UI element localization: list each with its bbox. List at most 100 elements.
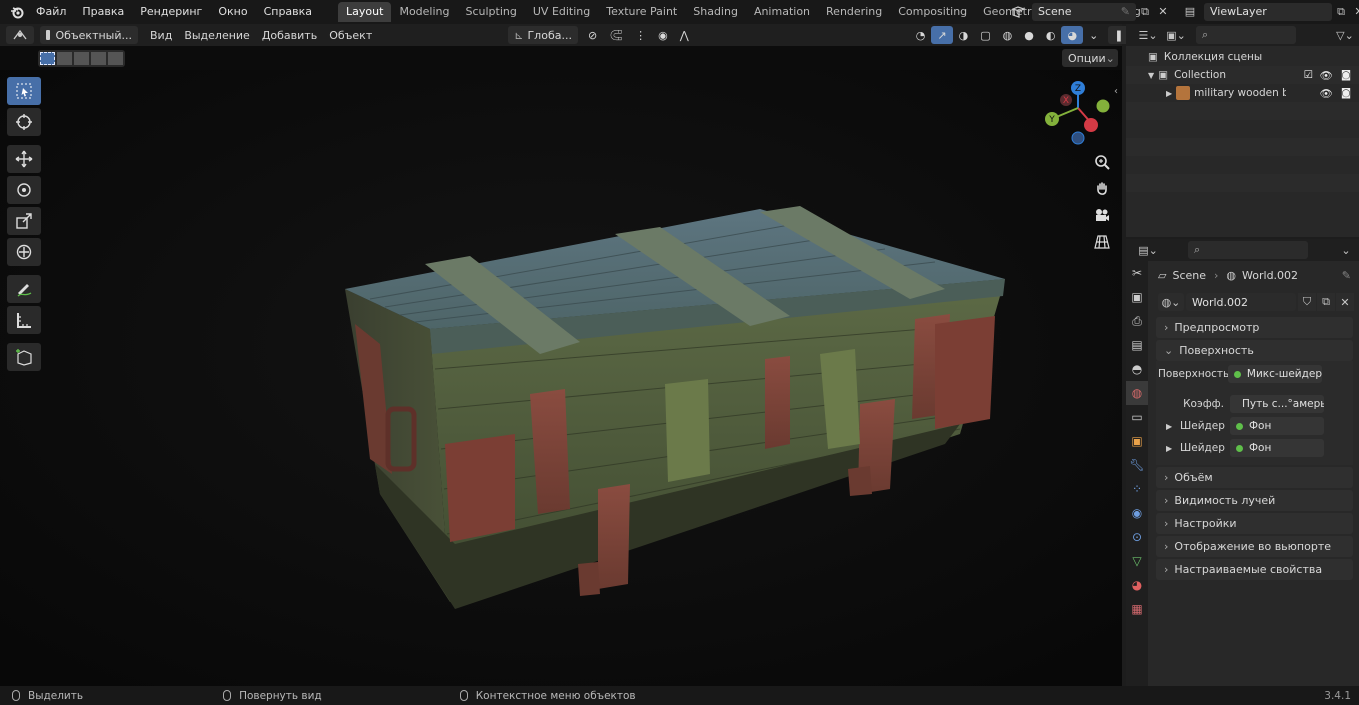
- panel-preview[interactable]: › Предпросмотр: [1156, 317, 1353, 338]
- delete-view-layer-icon[interactable]: ✕: [1350, 3, 1359, 21]
- panel-volume[interactable]: › Объём: [1156, 467, 1353, 488]
- select-invert-icon[interactable]: [91, 51, 106, 65]
- render-tab-icon[interactable]: ▣: [1126, 285, 1148, 309]
- options-dropdown[interactable]: Опции ⌄: [1062, 49, 1118, 67]
- panel-settings[interactable]: › Настройки: [1156, 513, 1353, 534]
- overlay-icon[interactable]: ◑: [953, 26, 975, 44]
- pin-icon[interactable]: ✎: [1121, 5, 1130, 18]
- pivot-icon[interactable]: ⊘: [582, 26, 603, 44]
- pin-icon[interactable]: ✎: [1342, 269, 1351, 282]
- camera-icon[interactable]: ◙: [1341, 69, 1351, 81]
- output-tab-icon[interactable]: ⎙: [1126, 309, 1148, 333]
- view-layer-field[interactable]: ViewLayer: [1204, 2, 1332, 21]
- delete-scene-icon[interactable]: ✕: [1154, 3, 1172, 21]
- shading-solid-icon[interactable]: ●: [1018, 26, 1040, 44]
- shading-wireframe-icon[interactable]: ◍: [997, 26, 1019, 44]
- tab-modeling[interactable]: Modeling: [391, 2, 457, 22]
- view-layer-icon[interactable]: ▤: [1176, 3, 1204, 21]
- material-tab-icon[interactable]: ◕: [1126, 573, 1148, 597]
- tab-compositing[interactable]: Compositing: [890, 2, 975, 22]
- viewport-canvas[interactable]: [0, 70, 1122, 686]
- panel-surface[interactable]: ⌄ Поверхность: [1156, 340, 1353, 361]
- mode-dropdown[interactable]: Объектный...: [40, 26, 138, 44]
- sidebar-toggle-icon[interactable]: ‹: [1114, 86, 1118, 97]
- zoom-icon[interactable]: [1091, 151, 1113, 173]
- tab-rendering[interactable]: Rendering: [818, 2, 890, 22]
- visibility-icon[interactable]: ◔: [910, 26, 932, 44]
- constraints-tab-icon[interactable]: ⊙: [1126, 525, 1148, 549]
- cursor-tool[interactable]: [7, 108, 41, 136]
- panel-custom-props[interactable]: › Настраиваемые свойства: [1156, 559, 1353, 580]
- shader1-field[interactable]: Фон: [1230, 417, 1324, 435]
- duplicate-world-icon[interactable]: ⧉: [1317, 293, 1335, 311]
- scene-name-field[interactable]: Scene ✎: [1032, 2, 1136, 21]
- camera-view-icon[interactable]: [1091, 204, 1113, 226]
- pan-hand-icon[interactable]: [1091, 178, 1113, 200]
- shading-options-icon[interactable]: ⌄: [1083, 26, 1104, 44]
- unlink-world-icon[interactable]: ✕: [1336, 293, 1354, 311]
- tab-sculpting[interactable]: Sculpting: [458, 2, 525, 22]
- scene-icon[interactable]: [1006, 3, 1032, 21]
- tab-uv-editing[interactable]: UV Editing: [525, 2, 598, 22]
- select-intersect-icon[interactable]: [108, 51, 123, 65]
- exclude-checkbox[interactable]: ☑: [1304, 69, 1313, 81]
- object-tab-icon[interactable]: ▣: [1126, 429, 1148, 453]
- expand-arrow-icon[interactable]: ▶: [1166, 89, 1172, 98]
- blender-logo-icon[interactable]: [6, 1, 28, 23]
- shading-rendered-icon[interactable]: ◕: [1061, 26, 1084, 44]
- eye-icon[interactable]: 👁︎: [1320, 69, 1333, 82]
- outliner-row-scene-collection[interactable]: ▣ Коллекция сцены: [1126, 48, 1359, 66]
- expand-arrow-icon[interactable]: ▼: [1148, 71, 1154, 80]
- scene-tab-icon[interactable]: ◓: [1126, 357, 1148, 381]
- texture-tab-icon[interactable]: ▦: [1126, 597, 1148, 621]
- particles-tab-icon[interactable]: ⁘: [1126, 477, 1148, 501]
- panel-ray-visibility[interactable]: › Видимость лучей: [1156, 490, 1353, 511]
- tab-animation[interactable]: Animation: [746, 2, 818, 22]
- outliner-search-input[interactable]: ⌕: [1196, 26, 1296, 44]
- menu-help[interactable]: Справка: [256, 1, 320, 23]
- menu-view[interactable]: Вид: [144, 26, 178, 44]
- add-cube-tool[interactable]: [7, 343, 41, 371]
- tool-tab-icon[interactable]: ✂: [1126, 261, 1148, 285]
- fac-field[interactable]: Путь с...°амеры: [1230, 395, 1324, 413]
- select-subtract-icon[interactable]: [74, 51, 89, 65]
- transform-tool[interactable]: [7, 238, 41, 266]
- menu-render[interactable]: Рендеринг: [132, 1, 210, 23]
- outliner-row-collection[interactable]: ▼ ▣ Collection ☑ 👁︎ ◙: [1126, 66, 1359, 84]
- select-extend-icon[interactable]: [57, 51, 72, 65]
- collection-tab-icon[interactable]: ▭: [1126, 405, 1148, 429]
- outliner-row-object[interactable]: ▶ military wooden box 👁︎ ◙: [1126, 84, 1359, 102]
- menu-edit[interactable]: Правка: [74, 1, 132, 23]
- world-browse-icon[interactable]: ◍⌄: [1158, 293, 1184, 311]
- surface-shader-field[interactable]: Микс-шейдер: [1228, 365, 1322, 383]
- view-layer-tab-icon[interactable]: ▤: [1126, 333, 1148, 357]
- navigation-gizmo[interactable]: Z X Y: [1040, 78, 1122, 148]
- menu-window[interactable]: Окно: [210, 1, 255, 23]
- expand-arrow-icon[interactable]: ▶: [1162, 444, 1180, 453]
- expand-arrow-icon[interactable]: ▶: [1162, 422, 1180, 431]
- properties-search-input[interactable]: ⌕: [1188, 241, 1308, 259]
- select-new-icon[interactable]: [40, 51, 55, 65]
- tab-layout[interactable]: Layout: [338, 2, 392, 22]
- scale-tool[interactable]: [7, 207, 41, 235]
- display-mode-icon[interactable]: ▣⌄: [1162, 26, 1190, 44]
- menu-select[interactable]: Выделение: [178, 26, 256, 44]
- tab-shading[interactable]: Shading: [685, 2, 746, 22]
- snap-icon[interactable]: 🧲︎: [603, 26, 629, 44]
- data-tab-icon[interactable]: ▽: [1126, 549, 1148, 573]
- measure-tool[interactable]: [7, 306, 41, 334]
- panel-viewport-display[interactable]: › Отображение во вьюпорте: [1156, 536, 1353, 557]
- transform-orientation-dropdown[interactable]: ⊾ Глоба...: [508, 26, 578, 44]
- chevron-down-icon[interactable]: ⌄: [1337, 241, 1355, 259]
- world-tab-icon[interactable]: ◍: [1126, 381, 1148, 405]
- annotate-tool[interactable]: [7, 275, 41, 303]
- fake-user-icon[interactable]: ⛉: [1298, 293, 1316, 311]
- falloff-icon[interactable]: ⋀: [674, 26, 695, 44]
- menu-object[interactable]: Объект: [323, 26, 378, 44]
- snap-target-icon[interactable]: ⋮: [629, 26, 652, 44]
- filter-icon[interactable]: ▽⌄: [1331, 26, 1359, 44]
- camera-icon[interactable]: ◙: [1341, 87, 1351, 99]
- perspective-grid-icon[interactable]: [1091, 231, 1113, 253]
- xray-icon[interactable]: ▢: [974, 26, 996, 44]
- shader2-field[interactable]: Фон: [1230, 439, 1324, 457]
